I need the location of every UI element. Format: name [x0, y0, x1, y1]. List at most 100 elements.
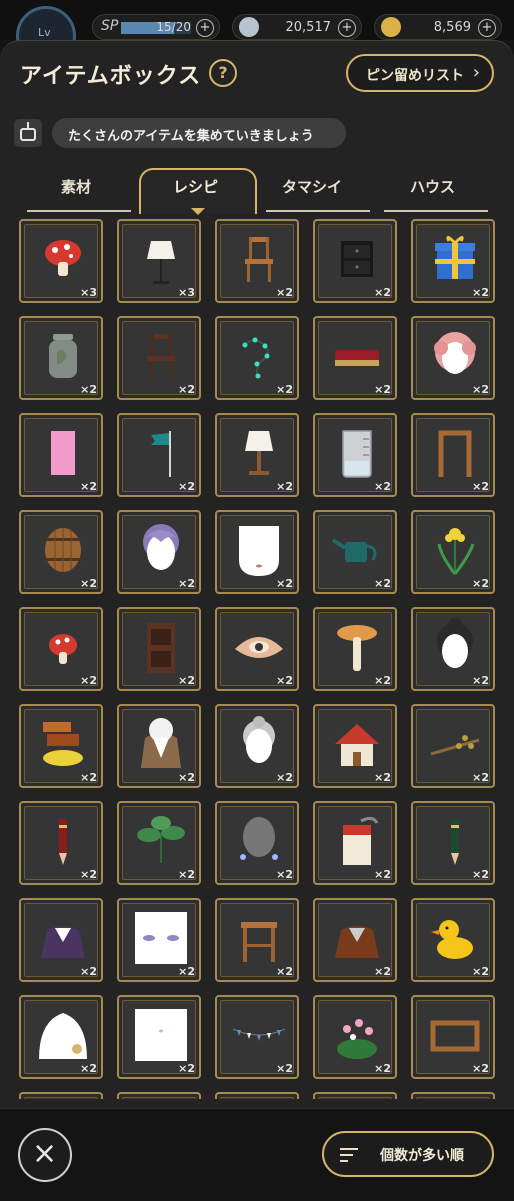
- item-slot-partial[interactable]: [19, 1092, 103, 1099]
- silver-coin-icon: [239, 17, 259, 37]
- item-slot-partial[interactable]: [313, 1092, 397, 1099]
- item-slot[interactable]: ×2: [19, 316, 103, 400]
- item-count: ×2: [80, 577, 97, 590]
- item-count: ×2: [80, 965, 97, 978]
- item-slot[interactable]: ×2: [411, 219, 495, 303]
- item-slot[interactable]: ×2: [117, 801, 201, 885]
- item-slot-partial[interactable]: [117, 1092, 201, 1099]
- item-slot[interactable]: ×2: [313, 219, 397, 303]
- item-slot[interactable]: ×2: [19, 898, 103, 982]
- item-slot[interactable]: ×2: [19, 413, 103, 497]
- item-slot[interactable]: ×2: [411, 704, 495, 788]
- item-slot[interactable]: ×2: [411, 995, 495, 1079]
- item-slot[interactable]: ×2: [411, 607, 495, 691]
- item-slot[interactable]: ×2: [117, 704, 201, 788]
- item-slot[interactable]: ×2: [215, 219, 299, 303]
- item-slot[interactable]: ×2: [117, 413, 201, 497]
- sp-plus-button[interactable]: +: [196, 19, 214, 37]
- tab-house[interactable]: ハウス: [410, 176, 455, 197]
- item-slot[interactable]: ×2: [215, 801, 299, 885]
- item-slot[interactable]: ×2: [117, 898, 201, 982]
- item-slot[interactable]: ×2: [215, 316, 299, 400]
- earrings-icon: [240, 817, 278, 860]
- item-slot[interactable]: ×2: [215, 607, 299, 691]
- item-slot[interactable]: ×2: [313, 510, 397, 594]
- dark-chair-icon: [147, 334, 175, 379]
- tab-souls[interactable]: タマシイ: [282, 176, 342, 197]
- item-slot[interactable]: ×2: [313, 413, 397, 497]
- item-slot-frame: [416, 1097, 490, 1099]
- item-slot-partial[interactable]: [215, 1092, 299, 1099]
- pin-list-button[interactable]: ピン留めリスト ›: [346, 54, 494, 92]
- item-slot[interactable]: ×2: [19, 607, 103, 691]
- item-count: ×2: [276, 383, 293, 396]
- item-slot[interactable]: ×2: [411, 898, 495, 982]
- string-lights-icon: [242, 337, 270, 379]
- item-slot[interactable]: ×2: [411, 801, 495, 885]
- item-count: ×2: [374, 383, 391, 396]
- item-slot[interactable]: ×2: [19, 510, 103, 594]
- item-count: ×2: [374, 674, 391, 687]
- item-slot[interactable]: ×3: [19, 219, 103, 303]
- item-count: ×2: [374, 965, 391, 978]
- item-slot[interactable]: ×2: [215, 413, 299, 497]
- item-slot[interactable]: ×2: [117, 316, 201, 400]
- item-slot[interactable]: ×2: [313, 995, 397, 1079]
- item-slot[interactable]: ×2: [19, 995, 103, 1079]
- tab-underline: [384, 210, 488, 212]
- item-count: ×2: [374, 577, 391, 590]
- currency-1-pill[interactable]: 20,517 +: [232, 14, 362, 40]
- item-count: ×2: [276, 1062, 293, 1075]
- tab-materials[interactable]: 素材: [61, 176, 91, 197]
- sort-button[interactable]: 個数が多い順: [322, 1131, 494, 1177]
- sp-label: SP: [101, 18, 119, 34]
- item-slot[interactable]: ×2: [313, 607, 397, 691]
- item-count: ×2: [178, 577, 195, 590]
- item-count: ×2: [472, 1062, 489, 1075]
- item-slot[interactable]: ×2: [215, 704, 299, 788]
- item-count: ×2: [276, 674, 293, 687]
- item-slot[interactable]: ×2: [215, 898, 299, 982]
- stool-icon: [241, 922, 277, 962]
- item-slot[interactable]: ×2: [19, 704, 103, 788]
- currency-1-plus-button[interactable]: +: [338, 19, 356, 37]
- sp-meter[interactable]: SP 15/20 +: [92, 14, 220, 40]
- black-hair-icon: [437, 618, 473, 668]
- page-title: アイテムボックス: [20, 64, 202, 89]
- item-slot[interactable]: ×2: [117, 995, 201, 1079]
- item-slot[interactable]: ×2: [313, 898, 397, 982]
- purple-hair-icon: [143, 524, 179, 570]
- currency-2-plus-button[interactable]: +: [478, 19, 496, 37]
- item-slot[interactable]: ×2: [117, 607, 201, 691]
- currency-2-pill[interactable]: 8,569 +: [374, 14, 502, 40]
- item-slot[interactable]: ×2: [313, 704, 397, 788]
- tab-recipes[interactable]: レシピ: [173, 176, 218, 197]
- item-slot[interactable]: ×2: [411, 413, 495, 497]
- item-slot[interactable]: ×2: [411, 316, 495, 400]
- item-slot[interactable]: ×2: [215, 510, 299, 594]
- item-slot[interactable]: ×3: [117, 219, 201, 303]
- gold-coin-icon: [381, 17, 401, 37]
- gift-box-icon: [435, 236, 475, 279]
- item-slot[interactable]: ×2: [19, 801, 103, 885]
- item-slot[interactable]: ×2: [117, 510, 201, 594]
- item-slot[interactable]: ×2: [411, 510, 495, 594]
- flower-bush-icon: [337, 1019, 377, 1059]
- item-slot[interactable]: ×2: [313, 801, 397, 885]
- item-slot[interactable]: ×2: [313, 316, 397, 400]
- help-button[interactable]: ?: [209, 59, 237, 87]
- mushroom-icon: [45, 240, 81, 276]
- item-slot[interactable]: ×2: [215, 995, 299, 1079]
- item-count: ×2: [178, 383, 195, 396]
- white-collar-outfit-icon: [141, 718, 181, 768]
- brown-blouse-icon: [335, 926, 379, 958]
- watering-can-icon: [331, 538, 377, 562]
- face-pale-icon: [135, 1009, 187, 1061]
- item-slot-frame: [220, 1097, 294, 1099]
- item-slot-partial[interactable]: [411, 1092, 495, 1099]
- close-button[interactable]: ×: [18, 1128, 72, 1182]
- active-tab-pointer-icon: [191, 208, 205, 215]
- item-count: ×2: [374, 286, 391, 299]
- branch-icon: [430, 735, 480, 756]
- face-eyes-icon: [135, 912, 187, 964]
